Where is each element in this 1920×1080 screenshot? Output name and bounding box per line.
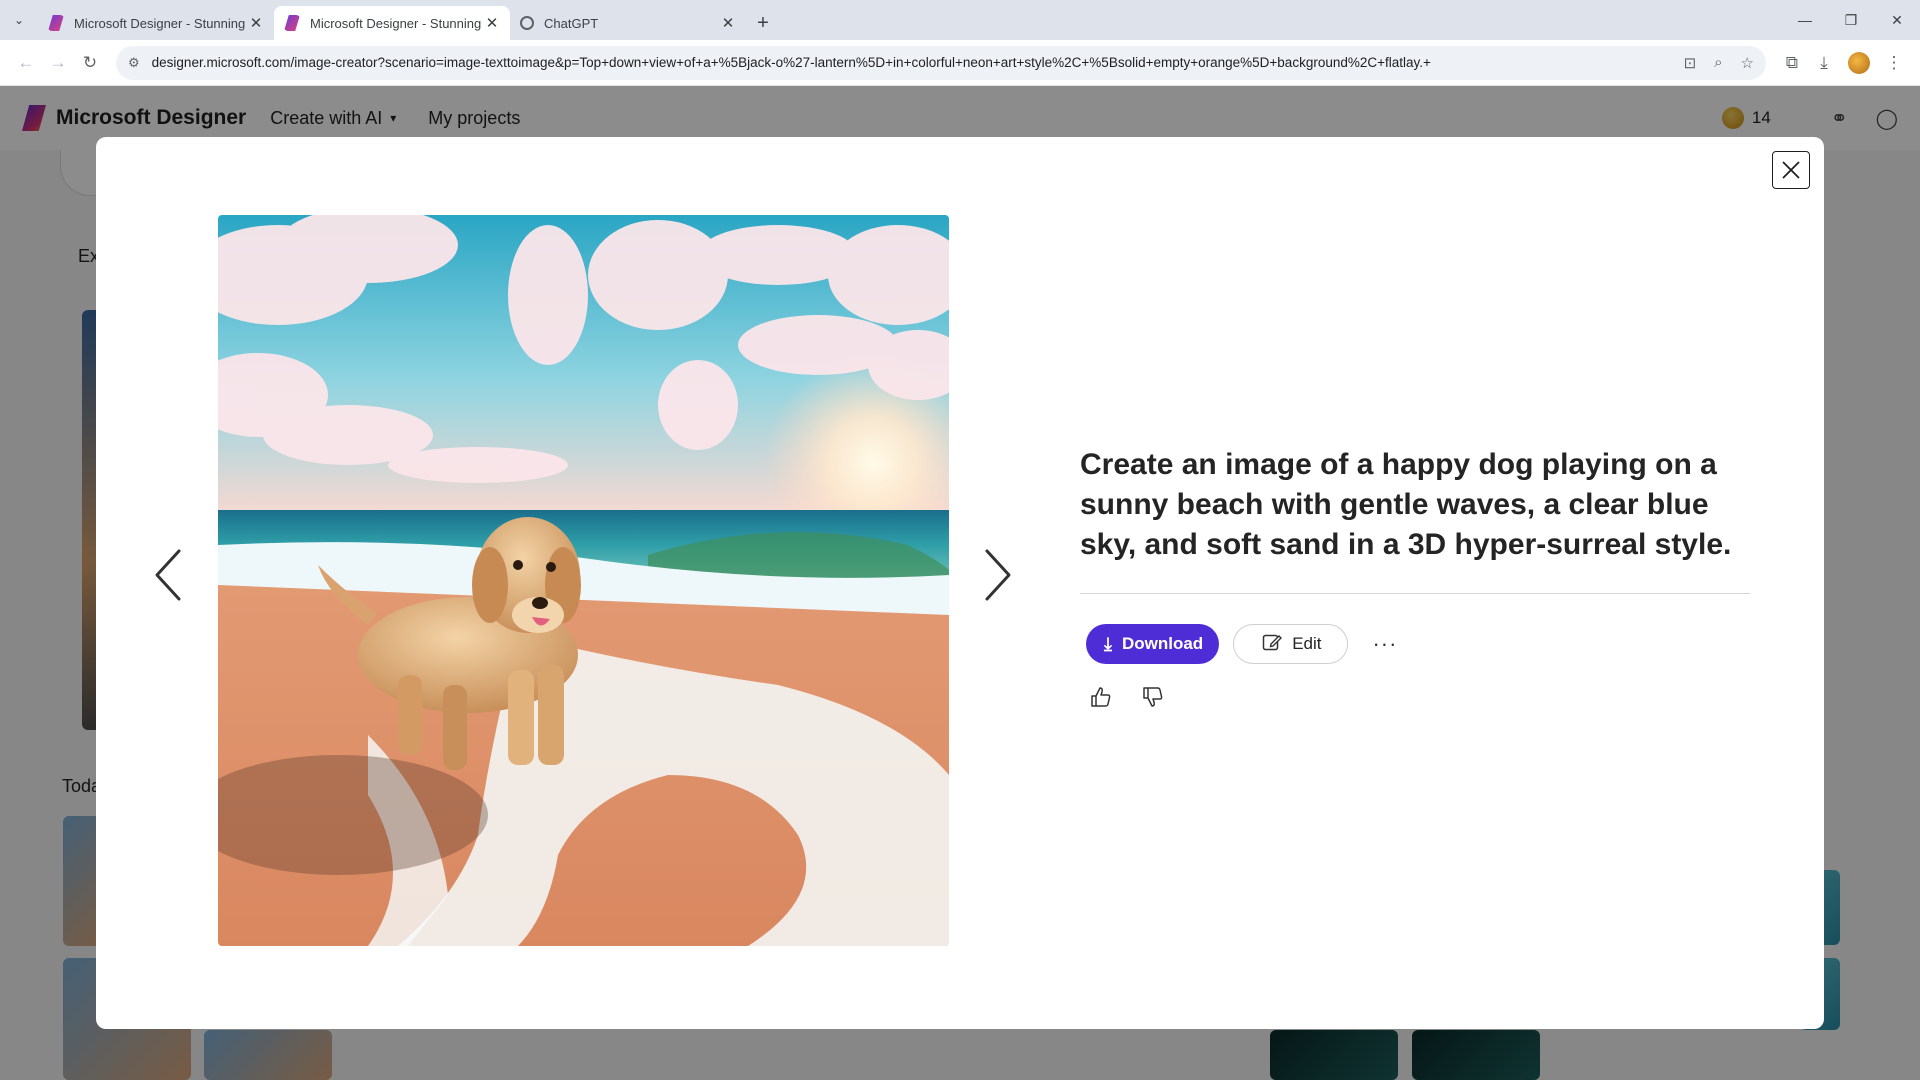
back-icon[interactable]: ← bbox=[10, 47, 42, 79]
image-info-panel: Create an image of a happy dog playing o… bbox=[1080, 445, 1750, 713]
install-app-icon[interactable]: ⊡ bbox=[1684, 54, 1697, 72]
chevron-right-icon bbox=[985, 549, 1011, 601]
thumbs-up-icon[interactable] bbox=[1090, 686, 1112, 713]
next-image-button[interactable] bbox=[978, 545, 1018, 605]
close-window-icon[interactable]: ✕ bbox=[1874, 0, 1920, 40]
site-info-icon[interactable]: ⚙ bbox=[128, 55, 140, 71]
zoom-icon[interactable]: ⌕ bbox=[1714, 54, 1722, 71]
designer-favicon-icon bbox=[48, 15, 64, 31]
more-options-button[interactable]: ··· bbox=[1372, 631, 1397, 657]
tab-title: Microsoft Designer - Stunning bbox=[310, 15, 482, 31]
forward-icon[interactable]: → bbox=[42, 47, 74, 79]
reload-icon[interactable]: ↻ bbox=[74, 47, 106, 79]
new-tab-button[interactable]: + bbox=[746, 6, 780, 40]
download-icon: ⤓ bbox=[1104, 633, 1112, 654]
chatgpt-favicon-icon bbox=[520, 16, 534, 30]
chevron-left-icon bbox=[155, 549, 181, 601]
browser-tab-bar: ⌄ Microsoft Designer - Stunning ✕ Micros… bbox=[0, 0, 1920, 40]
window-controls: — ❐ ✕ bbox=[1782, 0, 1920, 40]
tab-title: Microsoft Designer - Stunning bbox=[74, 15, 246, 31]
generated-image[interactable] bbox=[218, 215, 949, 946]
previous-image-button[interactable] bbox=[148, 545, 188, 605]
dog-on-beach-illustration bbox=[218, 215, 949, 946]
feedback-buttons bbox=[1090, 686, 1750, 713]
tab-search-dropdown[interactable]: ⌄ bbox=[0, 0, 38, 40]
image-actions: ⤓ Download Edit ··· bbox=[1086, 624, 1750, 664]
tab-title: ChatGPT bbox=[544, 15, 599, 31]
extensions-icon[interactable]: ⧉ bbox=[1776, 47, 1808, 79]
download-button[interactable]: ⤓ Download bbox=[1086, 624, 1220, 664]
download-label: Download bbox=[1121, 634, 1204, 653]
downloads-icon[interactable]: ⤓ bbox=[1808, 47, 1840, 79]
image-prompt-text: Create an image of a happy dog playing o… bbox=[1080, 445, 1750, 594]
browser-toolbar: ← → ↻ ⚙ designer.microsoft.com/image-cre… bbox=[0, 40, 1920, 86]
close-icon bbox=[1782, 161, 1800, 179]
close-tab-icon[interactable]: ✕ bbox=[484, 14, 500, 32]
designer-favicon-icon bbox=[284, 15, 300, 31]
edit-button[interactable]: Edit bbox=[1233, 624, 1349, 664]
close-tab-icon[interactable]: ✕ bbox=[720, 14, 736, 32]
browser-tab[interactable]: ChatGPT ✕ bbox=[510, 6, 746, 40]
browser-tab-active[interactable]: Microsoft Designer - Stunning ✕ bbox=[274, 6, 510, 40]
edit-image-icon bbox=[1262, 632, 1283, 657]
edit-label: Edit bbox=[1292, 634, 1322, 653]
image-detail-modal: Create an image of a happy dog playing o… bbox=[96, 137, 1824, 1029]
bookmark-star-icon[interactable]: ☆ bbox=[1741, 54, 1754, 72]
restore-icon[interactable]: ❐ bbox=[1828, 0, 1874, 40]
close-tab-icon[interactable]: ✕ bbox=[248, 14, 264, 32]
thumbs-down-icon[interactable] bbox=[1142, 686, 1164, 713]
minimize-icon[interactable]: — bbox=[1782, 0, 1828, 40]
browser-menu-icon[interactable]: ⋮ bbox=[1878, 47, 1910, 79]
browser-tab[interactable]: Microsoft Designer - Stunning ✕ bbox=[38, 6, 274, 40]
profile-avatar[interactable] bbox=[1848, 51, 1870, 74]
close-modal-button[interactable] bbox=[1772, 151, 1810, 189]
address-bar[interactable]: ⚙ designer.microsoft.com/image-creator?s… bbox=[116, 45, 1766, 80]
url-text: designer.microsoft.com/image-creator?sce… bbox=[151, 55, 1431, 70]
